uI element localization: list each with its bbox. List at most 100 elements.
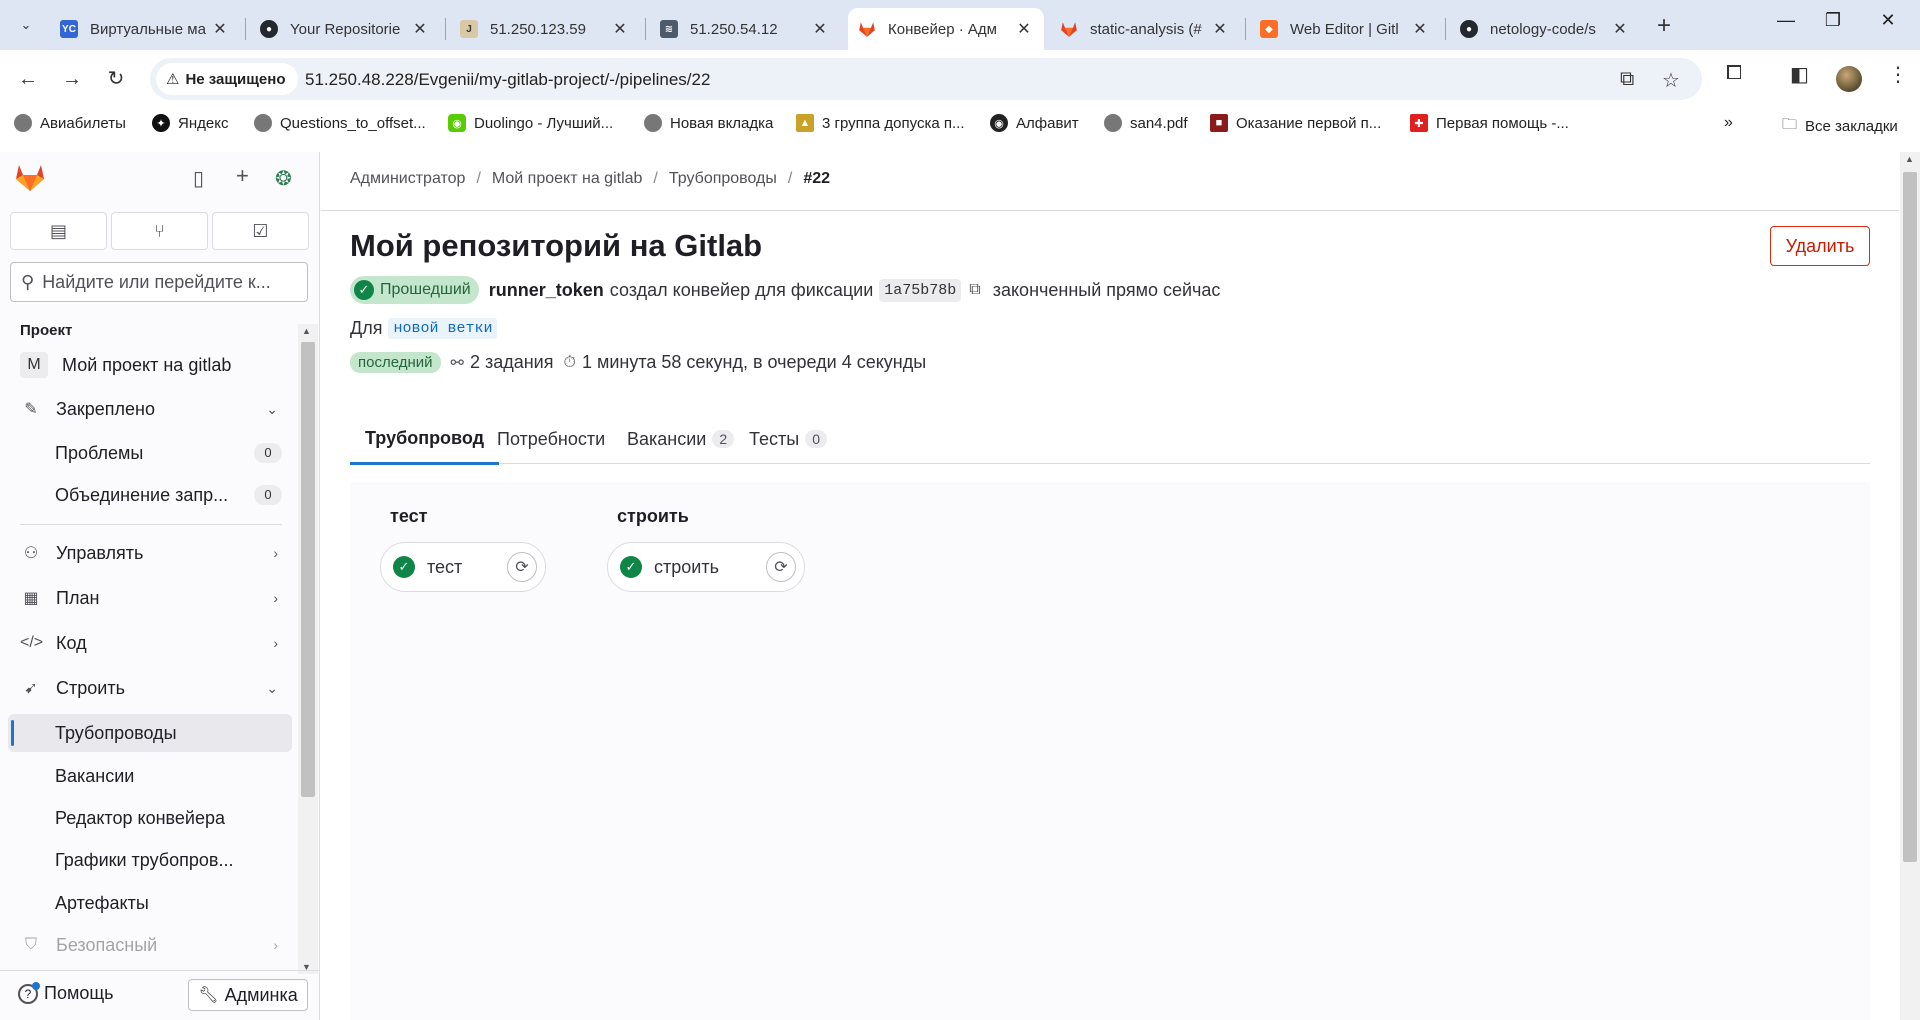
status-badge[interactable]: ✓ Прошедший [350, 276, 479, 304]
bookmark-item[interactable]: san4.pdf [1104, 114, 1188, 132]
bookmark-label: Алфавит [1016, 114, 1079, 132]
tab-jobs[interactable]: Вакансии 2 [612, 414, 749, 464]
tab-tests[interactable]: Тесты 0 [734, 414, 842, 464]
browser-tab-active[interactable]: Конвейер · Адм ✕ [848, 8, 1044, 50]
address-bar[interactable]: ⚠ Не защищено 51.250.48.228/Evgenii/my-g… [150, 58, 1702, 100]
back-icon[interactable]: ← [12, 64, 44, 94]
browser-tab[interactable]: ● Your Repositorie ✕ [250, 8, 440, 50]
sidebar-item-issues[interactable]: Проблемы 0 [8, 434, 292, 472]
sidebar-item-pinned[interactable]: ✎ Закреплено ⌄ [8, 390, 292, 428]
page-scrollbar[interactable]: ▲ [1900, 152, 1920, 1020]
sidebar-item-pipelines[interactable]: Трубопроводы [8, 714, 292, 752]
bookmark-star-icon[interactable]: ☆ [1662, 68, 1680, 93]
translate-icon[interactable]: ⧉ [1620, 68, 1634, 91]
create-new-icon[interactable]: + [236, 163, 249, 189]
breadcrumb-item[interactable]: Администратор [350, 170, 465, 188]
browser-tab[interactable]: J 51.250.123.59 ✕ [450, 8, 640, 50]
delete-button[interactable]: Удалить [1770, 226, 1870, 266]
job-node[interactable]: ✓ строить ⟳ [607, 542, 805, 592]
sidebar-item-pipeline-charts[interactable]: Графики трубопров... [8, 841, 292, 879]
sidebar-item-jobs[interactable]: Вакансии [8, 757, 292, 795]
new-tab-icon[interactable]: + [1650, 12, 1678, 40]
close-tab-icon[interactable]: ✕ [1210, 19, 1230, 39]
issues-button[interactable]: ▤ [10, 212, 107, 250]
sidebar-item-label: Вакансии [55, 765, 135, 786]
url-text[interactable]: 51.250.48.228/Evgenii/my-gitlab-project/… [305, 70, 710, 90]
close-tab-icon[interactable]: ✕ [210, 19, 230, 39]
merge-requests-button[interactable]: ⑂ [111, 212, 208, 250]
bookmark-item[interactable]: Questions_to_offset... [254, 114, 426, 132]
bookmark-item[interactable]: Авиабилеты [14, 114, 126, 132]
bookmark-item[interactable]: ◉ Алфавит [990, 114, 1079, 132]
all-bookmarks[interactable]: 🗀 Все закладки [1782, 114, 1898, 139]
bookmark-item[interactable]: ✦ Яндекс [152, 114, 228, 132]
finished-text: законченный прямо сейчас [992, 279, 1221, 300]
reload-icon[interactable]: ↻ [100, 64, 132, 94]
retry-icon[interactable]: ⟳ [766, 552, 796, 582]
project-link[interactable]: M Мой проект на gitlab [8, 346, 292, 384]
close-tab-icon[interactable]: ✕ [1610, 19, 1630, 39]
commit-sha-link[interactable]: 1a75b78b [879, 278, 962, 302]
tab-pipeline[interactable]: Трубопровод [350, 414, 500, 465]
scrollbar-thumb[interactable] [301, 342, 315, 797]
pipeline-graph: тест ✓ тест ⟳ строить ✓ строить ⟳ [350, 482, 1870, 1020]
sidebar-item-pipeline-editor[interactable]: Редактор конвейера [8, 799, 292, 837]
close-tab-icon[interactable]: ✕ [410, 19, 430, 39]
browser-tab[interactable]: YC Виртуальные ма ✕ [50, 8, 240, 50]
scrollbar-thumb[interactable] [1903, 172, 1917, 862]
bookmark-item[interactable]: ◉ Duolingo - Лучший... [448, 114, 613, 132]
forward-icon[interactable]: → [56, 64, 88, 94]
sidebar-item-artifacts[interactable]: Артефакты [8, 884, 292, 922]
browser-tab[interactable]: ≋ 51.250.54.12 ✕ [650, 8, 840, 50]
sidebar-item-plan[interactable]: ▦ План › [8, 579, 292, 617]
todos-button[interactable]: ☑ [212, 212, 309, 250]
admin-button[interactable]: 🔧︎ Админка [188, 979, 308, 1011]
minimize-icon[interactable]: — [1771, 10, 1801, 31]
profile-avatar[interactable] [1836, 66, 1862, 92]
close-window-icon[interactable]: ✕ [1873, 10, 1903, 31]
job-name: строить [654, 556, 719, 577]
scroll-up-icon[interactable]: ▲ [1905, 154, 1914, 164]
tab-search-chevron-icon[interactable]: ⌄ [12, 12, 40, 38]
sidebar-item-merge-requests[interactable]: Объединение запр... 0 [8, 476, 292, 514]
bookmark-item[interactable]: ✚ Первая помощь -... [1410, 114, 1569, 132]
search-input[interactable]: ⚲ Найдите или перейдите к... [10, 262, 308, 302]
breadcrumb-current[interactable]: #22 [803, 170, 830, 188]
scroll-up-icon[interactable]: ▲ [302, 326, 311, 336]
gitlab-logo-icon[interactable] [14, 162, 46, 192]
job-name: тест [427, 556, 463, 577]
browser-tab[interactable]: ● netology-code/s ✕ [1450, 8, 1640, 50]
extensions-icon[interactable]: ⧠ [1726, 62, 1742, 85]
more-bookmarks-icon[interactable]: » [1724, 114, 1733, 132]
sidebar-item-manage[interactable]: ⚇ Управлять › [8, 534, 292, 572]
bookmark-item[interactable]: ▲ 3 группа допуска п... [796, 114, 965, 132]
security-indicator[interactable]: ⚠ Не защищено [156, 63, 298, 95]
browser-tab[interactable]: ◆ Web Editor | Gitl ✕ [1250, 8, 1440, 50]
sidebar-item-build[interactable]: ➹ Строить ⌄ [8, 669, 292, 707]
sidebar-item-secure[interactable]: ⛉ Безопасный › [8, 926, 292, 962]
user-avatar-icon[interactable]: ❂ [275, 166, 292, 191]
close-tab-icon[interactable]: ✕ [810, 19, 830, 39]
help-button[interactable]: ? Помощь [18, 981, 114, 1004]
job-node[interactable]: ✓ тест ⟳ [380, 542, 546, 592]
side-panel-icon[interactable]: ◧ [1790, 62, 1809, 87]
breadcrumb-item[interactable]: Трубопроводы [669, 170, 777, 188]
browser-menu-icon[interactable]: ⋮ [1888, 62, 1908, 87]
restore-icon[interactable]: ❐ [1818, 10, 1848, 31]
tab-needs[interactable]: Потребности [482, 414, 620, 464]
yandex-icon: ✦ [152, 114, 170, 132]
bookmark-item[interactable]: Новая вкладка [644, 114, 773, 132]
copy-icon[interactable]: ⧉ [969, 281, 980, 299]
close-tab-icon[interactable]: ✕ [610, 19, 630, 39]
branch-link[interactable]: новой ветки [388, 318, 498, 339]
browser-tab[interactable]: static-analysis (# ✕ [1050, 8, 1240, 50]
breadcrumb-item[interactable]: Мой проект на gitlab [492, 170, 643, 188]
close-tab-icon[interactable]: ✕ [1014, 19, 1034, 39]
sidebar-item-code[interactable]: </> Код › [8, 624, 292, 662]
toggle-sidebar-icon[interactable]: ▯ [193, 166, 204, 191]
sidebar-scrollbar[interactable]: ▲ ▼ [298, 324, 318, 974]
retry-icon[interactable]: ⟳ [507, 552, 537, 582]
user-link[interactable]: runner_token [489, 280, 604, 301]
bookmark-item[interactable]: ■ Оказание первой п... [1210, 114, 1381, 132]
close-tab-icon[interactable]: ✕ [1410, 19, 1430, 39]
